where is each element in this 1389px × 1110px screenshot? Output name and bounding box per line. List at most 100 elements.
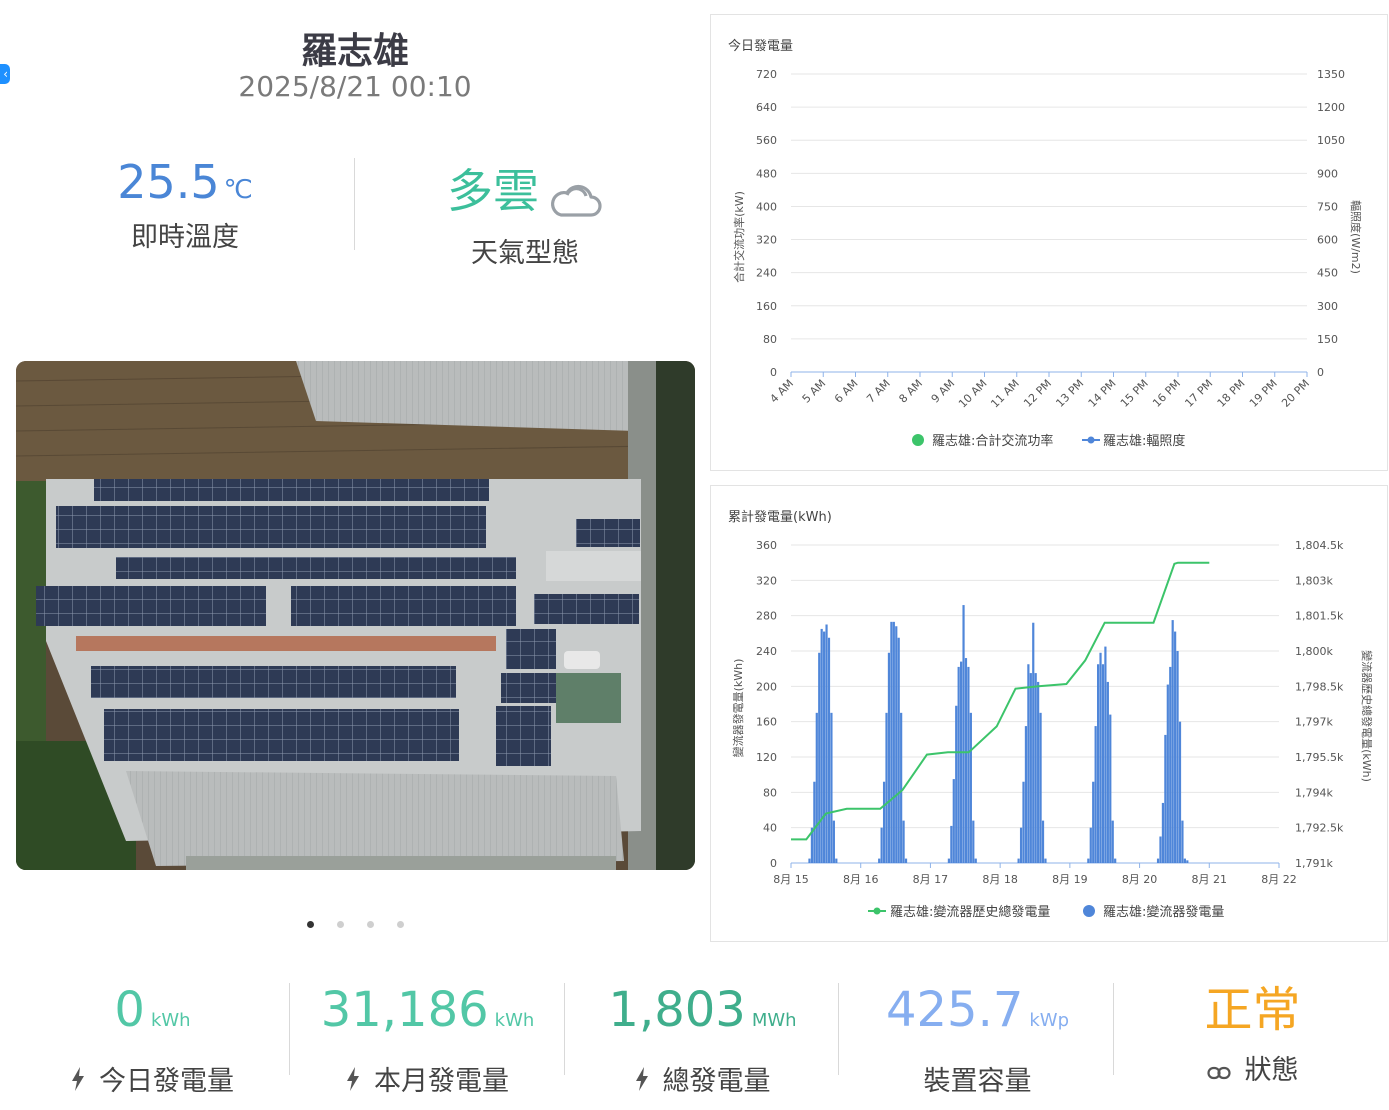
generation-bar[interactable] xyxy=(969,712,972,863)
generation-bar[interactable] xyxy=(1183,858,1186,863)
right-tick-label: 1,801.5k xyxy=(1295,610,1344,623)
generation-bar[interactable] xyxy=(1094,726,1097,863)
generation-bar[interactable] xyxy=(1176,651,1179,863)
left-tick-label: 160 xyxy=(756,716,777,729)
generation-bar[interactable] xyxy=(1024,726,1028,863)
generation-bar[interactable] xyxy=(1087,858,1090,863)
right-axis-label: 變流器歷史總發電量(kWh) xyxy=(1360,650,1374,782)
generation-bar[interactable] xyxy=(1166,684,1169,863)
generation-bar[interactable] xyxy=(832,820,835,863)
generation-bar[interactable] xyxy=(1181,820,1184,863)
generation-bar[interactable] xyxy=(1156,858,1160,863)
generation-bar[interactable] xyxy=(1034,673,1037,863)
generation-bar[interactable] xyxy=(1161,802,1165,863)
generation-bar[interactable] xyxy=(892,621,895,863)
x-tick-label: 18 PM xyxy=(1215,377,1248,410)
lightning-icon xyxy=(71,1067,85,1098)
generation-bar[interactable] xyxy=(1106,681,1109,863)
generation-bar[interactable] xyxy=(902,820,905,863)
generation-bar[interactable] xyxy=(1111,820,1114,863)
generation-bar[interactable] xyxy=(830,712,833,863)
site-photo[interactable] xyxy=(16,361,695,870)
legend-swatch-total xyxy=(873,907,881,915)
right-tick-label: 750 xyxy=(1317,200,1338,213)
carousel-dot-4[interactable] xyxy=(397,921,404,928)
today-generation-chart[interactable]: 0 80 160 240 320 400 480 560 640 720 0 150 300 450 60… xyxy=(711,15,1387,470)
generation-bar[interactable] xyxy=(947,858,951,863)
generation-bar[interactable] xyxy=(964,658,968,863)
generation-bar[interactable] xyxy=(1114,858,1117,863)
carousel-dot-1[interactable] xyxy=(307,921,314,928)
right-tick-label: 1,800k xyxy=(1295,645,1333,658)
generation-bar[interactable] xyxy=(900,712,903,863)
generation-bar[interactable] xyxy=(818,652,821,863)
generation-bar[interactable] xyxy=(1019,827,1023,863)
generation-bar[interactable] xyxy=(820,628,823,863)
generation-bar[interactable] xyxy=(880,827,883,863)
generation-bar[interactable] xyxy=(962,605,965,863)
stat-unit: kWp xyxy=(1029,1010,1070,1031)
generation-bar[interactable] xyxy=(813,781,816,863)
generation-bar[interactable] xyxy=(1164,734,1167,863)
generation-bar[interactable] xyxy=(1096,664,1100,863)
stat-status: 正常 狀態 xyxy=(1120,980,1385,1087)
left-tick-label: 80 xyxy=(763,333,777,346)
generation-bar[interactable] xyxy=(1022,781,1025,863)
generation-bar[interactable] xyxy=(960,661,963,863)
link-icon[interactable] xyxy=(1206,1056,1231,1087)
generation-bar[interactable] xyxy=(1089,827,1092,863)
cumulative-generation-chart[interactable]: 0 40 80 120 160 200 240 280 320 360 1,791k 1,792.5… xyxy=(711,486,1387,941)
stat-unit: kWh xyxy=(494,1010,535,1031)
generation-bar[interactable] xyxy=(1044,858,1047,863)
temperature-unit: ℃ xyxy=(223,175,253,205)
generation-bar[interactable] xyxy=(952,779,955,863)
generation-bar[interactable] xyxy=(1041,820,1045,863)
x-tick-label: 15 PM xyxy=(1118,377,1151,410)
generation-bar[interactable] xyxy=(972,820,975,863)
generation-bar[interactable] xyxy=(1101,664,1105,863)
generation-bar[interactable] xyxy=(808,858,811,863)
generation-bar[interactable] xyxy=(1017,858,1020,863)
generation-bar[interactable] xyxy=(897,637,900,863)
generation-bar[interactable] xyxy=(1109,714,1112,863)
carousel-dot-3[interactable] xyxy=(367,921,374,928)
generation-bar[interactable] xyxy=(815,712,818,863)
generation-bar[interactable] xyxy=(823,631,826,863)
legend-item-daily[interactable]: 羅志雄:變流器發電量 xyxy=(1103,904,1224,920)
generation-bar[interactable] xyxy=(1186,860,1189,863)
generation-bar[interactable] xyxy=(878,858,881,863)
generation-bar[interactable] xyxy=(904,858,908,863)
generation-bar[interactable] xyxy=(950,825,953,863)
generation-bar[interactable] xyxy=(835,858,838,863)
carousel-dot-2[interactable] xyxy=(337,921,344,928)
generation-bar[interactable] xyxy=(1174,631,1177,863)
generation-bar[interactable] xyxy=(1171,620,1174,863)
generation-bar[interactable] xyxy=(955,705,958,863)
generation-bar[interactable] xyxy=(827,637,831,863)
generation-bar[interactable] xyxy=(1037,681,1040,863)
generation-bar[interactable] xyxy=(1104,646,1107,863)
generation-bar[interactable] xyxy=(1029,673,1032,863)
temperature-label: 即時溫度 xyxy=(131,222,239,253)
generation-bar[interactable] xyxy=(1092,781,1095,863)
generation-bar[interactable] xyxy=(1169,666,1172,863)
generation-bar[interactable] xyxy=(957,666,960,863)
generation-bar[interactable] xyxy=(974,858,977,863)
generation-bar[interactable] xyxy=(1159,836,1162,864)
generation-bar[interactable] xyxy=(887,652,891,863)
generation-bar[interactable] xyxy=(1099,652,1102,863)
generation-bar[interactable] xyxy=(895,626,898,863)
legend-item-ac-power[interactable]: 羅志雄:合計交流功率 xyxy=(932,433,1053,449)
legend-item-total[interactable]: 羅志雄:變流器歷史總發電量 xyxy=(890,904,1050,920)
generation-bar[interactable] xyxy=(885,712,888,863)
generation-bar[interactable] xyxy=(1039,712,1042,863)
generation-bar[interactable] xyxy=(882,781,886,863)
generation-bar[interactable] xyxy=(967,666,970,863)
generation-bar[interactable] xyxy=(1178,721,1182,863)
generation-bar[interactable] xyxy=(890,621,893,863)
generation-bar[interactable] xyxy=(1027,664,1030,863)
x-tick-label: 17 PM xyxy=(1182,377,1215,410)
generation-bar[interactable] xyxy=(1032,622,1035,863)
generation-bar[interactable] xyxy=(825,624,828,864)
legend-item-irradiance[interactable]: 羅志雄:輻照度 xyxy=(1103,433,1185,449)
